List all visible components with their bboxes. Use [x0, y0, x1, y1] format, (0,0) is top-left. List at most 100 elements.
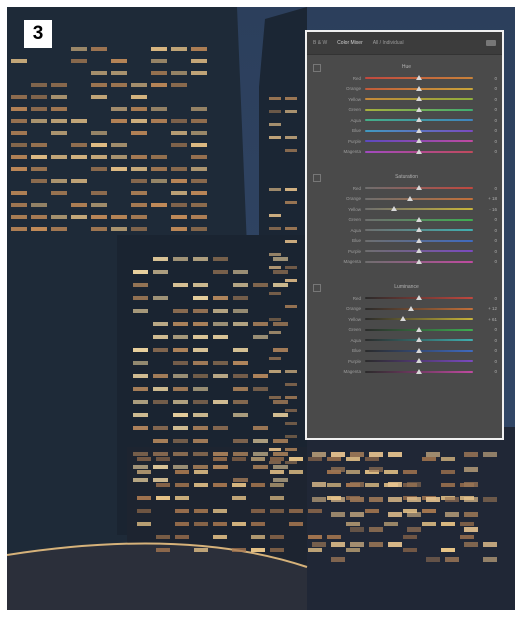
slider-thumb[interactable]	[416, 127, 422, 133]
slider-value[interactable]: 0	[473, 186, 501, 191]
slider-thumb[interactable]	[399, 316, 406, 322]
slider-thumb[interactable]	[416, 185, 422, 191]
slider-thumb[interactable]	[416, 337, 422, 343]
slider-track[interactable]	[365, 148, 473, 154]
slider-thumb[interactable]	[416, 295, 422, 301]
slider-thumb[interactable]	[416, 258, 422, 264]
slider-thumb[interactable]	[416, 248, 422, 254]
slider-thumb[interactable]	[416, 138, 422, 144]
slider-value[interactable]: 0	[473, 217, 501, 222]
slider-thumb[interactable]	[416, 75, 422, 81]
slider-value[interactable]: 0	[473, 348, 501, 353]
hue-slider-orange[interactable]: Orange 0	[311, 84, 502, 95]
slider-thumb[interactable]	[416, 347, 422, 353]
luminance-slider-green[interactable]: Green 0	[311, 325, 502, 336]
panel-close-icon[interactable]	[486, 40, 496, 46]
slider-track[interactable]	[365, 295, 473, 301]
slider-track[interactable]	[365, 106, 473, 112]
slider-value[interactable]: 0	[473, 238, 501, 243]
slider-track[interactable]	[365, 227, 473, 233]
section-toggle-icon[interactable]	[313, 284, 321, 292]
hue-slider-purple[interactable]: Purple 0	[311, 136, 502, 147]
slider-thumb[interactable]	[416, 368, 422, 374]
hue-slider-red[interactable]: Red 0	[311, 73, 502, 84]
slider-value[interactable]: 0	[473, 296, 501, 301]
hue-slider-blue[interactable]: Blue 0	[311, 126, 502, 137]
slider-value[interactable]: 0	[473, 359, 501, 364]
slider-value[interactable]: + 18	[473, 196, 501, 201]
tab-all-individual[interactable]: All / Individual	[373, 40, 404, 46]
slider-thumb[interactable]	[416, 106, 422, 112]
slider-thumb[interactable]	[416, 117, 422, 123]
slider-value[interactable]: 0	[473, 327, 501, 332]
saturation-slider-orange[interactable]: Orange + 18	[311, 194, 502, 205]
slider-track[interactable]	[365, 347, 473, 353]
slider-value[interactable]: 0	[473, 128, 501, 133]
slider-value[interactable]: 0	[473, 139, 501, 144]
slider-track[interactable]	[365, 368, 473, 374]
slider-value[interactable]: 0	[473, 107, 501, 112]
saturation-slider-aqua[interactable]: Aqua 0	[311, 225, 502, 236]
slider-value[interactable]: + 61	[473, 317, 501, 322]
saturation-slider-green[interactable]: Green 0	[311, 215, 502, 226]
slider-value[interactable]: 0	[473, 249, 501, 254]
section-toggle-icon[interactable]	[313, 64, 321, 72]
saturation-slider-red[interactable]: Red 0	[311, 183, 502, 194]
saturation-slider-purple[interactable]: Purple 0	[311, 246, 502, 257]
hue-slider-green[interactable]: Green 0	[311, 105, 502, 116]
hue-slider-aqua[interactable]: Aqua 0	[311, 115, 502, 126]
luminance-slider-magenta[interactable]: Magenta 0	[311, 367, 502, 378]
slider-value[interactable]: 0	[473, 149, 501, 154]
slider-track[interactable]	[365, 96, 473, 102]
section-toggle-icon[interactable]	[313, 174, 321, 182]
slider-thumb[interactable]	[391, 206, 398, 212]
saturation-slider-magenta[interactable]: Magenta 0	[311, 257, 502, 268]
slider-value[interactable]: 0	[473, 118, 501, 123]
tab-color-mixer[interactable]: Color Mixer	[337, 40, 363, 46]
hue-slider-magenta[interactable]: Magenta 0	[311, 147, 502, 158]
slider-value[interactable]: 0	[473, 76, 501, 81]
slider-value[interactable]: 0	[473, 259, 501, 264]
slider-track[interactable]	[365, 337, 473, 343]
slider-track[interactable]	[365, 195, 473, 201]
slider-thumb[interactable]	[416, 216, 422, 222]
slider-track[interactable]	[365, 185, 473, 191]
slider-track[interactable]	[365, 258, 473, 264]
slider-track[interactable]	[365, 75, 473, 81]
hue-slider-yellow[interactable]: Yellow 0	[311, 94, 502, 105]
slider-track[interactable]	[365, 326, 473, 332]
luminance-slider-blue[interactable]: Blue 0	[311, 346, 502, 357]
luminance-slider-red[interactable]: Red 0	[311, 293, 502, 304]
slider-track[interactable]	[365, 85, 473, 91]
slider-thumb[interactable]	[416, 148, 422, 154]
slider-thumb[interactable]	[416, 85, 422, 91]
slider-thumb[interactable]	[416, 227, 422, 233]
slider-track[interactable]	[365, 358, 473, 364]
luminance-slider-purple[interactable]: Purple 0	[311, 356, 502, 367]
slider-track[interactable]	[365, 216, 473, 222]
slider-track[interactable]	[365, 237, 473, 243]
slider-value[interactable]: 0	[473, 338, 501, 343]
luminance-slider-yellow[interactable]: Yellow + 61	[311, 314, 502, 325]
slider-track[interactable]	[365, 117, 473, 123]
slider-value[interactable]: - 16	[473, 207, 501, 212]
slider-track[interactable]	[365, 138, 473, 144]
slider-thumb[interactable]	[408, 305, 415, 311]
saturation-slider-yellow[interactable]: Yellow - 16	[311, 204, 502, 215]
luminance-slider-orange[interactable]: Orange + 12	[311, 304, 502, 315]
slider-value[interactable]: 0	[473, 97, 501, 102]
slider-track[interactable]	[365, 316, 473, 322]
slider-value[interactable]: 0	[473, 86, 501, 91]
tab-bw[interactable]: B & W	[313, 40, 327, 46]
slider-value[interactable]: 0	[473, 228, 501, 233]
slider-value[interactable]: 0	[473, 369, 501, 374]
slider-thumb[interactable]	[416, 237, 422, 243]
slider-track[interactable]	[365, 305, 473, 311]
slider-thumb[interactable]	[416, 326, 422, 332]
slider-track[interactable]	[365, 127, 473, 133]
slider-track[interactable]	[365, 248, 473, 254]
slider-value[interactable]: + 12	[473, 306, 501, 311]
slider-thumb[interactable]	[416, 358, 422, 364]
slider-thumb[interactable]	[416, 96, 422, 102]
saturation-slider-blue[interactable]: Blue 0	[311, 236, 502, 247]
